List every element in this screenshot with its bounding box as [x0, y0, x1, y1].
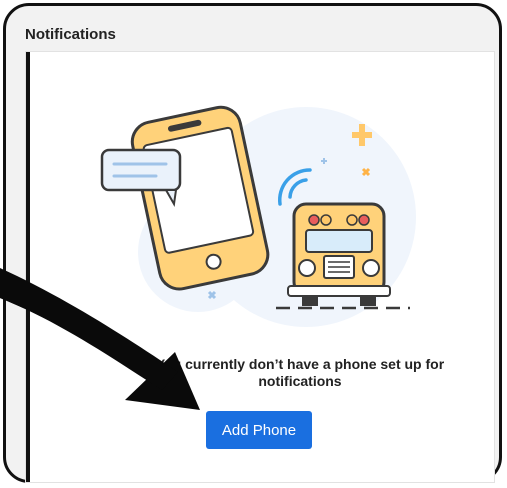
empty-state-illustration — [100, 105, 416, 327]
empty-state-message-line2: notifications — [258, 373, 342, 389]
empty-state-message-line1: You currently don’t have a phone set up … — [155, 356, 445, 372]
add-phone-button[interactable]: Add Phone — [206, 411, 312, 449]
empty-state-message: You currently don’t have a phone set up … — [120, 356, 480, 390]
panel-title: Notifications — [25, 26, 116, 43]
chat-bubble-icon — [100, 148, 182, 208]
